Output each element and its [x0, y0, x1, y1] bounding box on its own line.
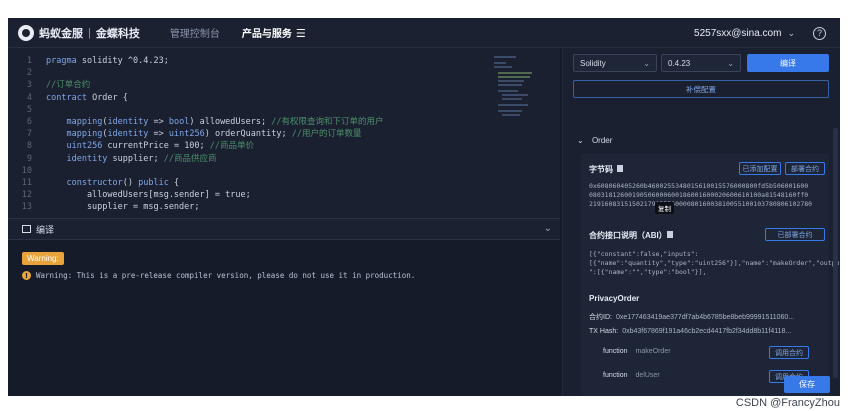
- code-text: supplier = msg.sender;: [46, 202, 200, 213]
- function-row: function delUser: [603, 372, 660, 379]
- save-button[interactable]: 保存: [784, 376, 830, 393]
- chevron-down-icon: ⌄: [577, 136, 584, 145]
- line-number: 13: [21, 202, 32, 213]
- warning-message-row: ! Warning: This is a pre-release compile…: [22, 271, 415, 280]
- output-panel: Warning: ! Warning: This is a pre-releas…: [8, 240, 560, 396]
- collapse-icon[interactable]: ⌄: [544, 223, 552, 234]
- bytecode-config-button[interactable]: 已添加配置: [739, 162, 781, 175]
- user-area: 5257sxx@sina.com ⌄ ?: [694, 18, 826, 48]
- user-email[interactable]: 5257sxx@sina.com: [694, 28, 781, 39]
- bytecode-text: 0x608060405260b4600255348015610015576000…: [589, 182, 813, 208]
- warning-message: Warning: This is a pre-release compiler …: [36, 271, 416, 280]
- brand-partner: 金蝶科技: [95, 27, 140, 40]
- nav-products[interactable]: 产品与服务 ☰: [242, 25, 306, 40]
- contract-details: 字节码 已添加配置 部署合约 0x608060405260b4600255348…: [581, 154, 840, 396]
- call-contract-button[interactable]: 调用合约: [769, 346, 809, 359]
- bytecode-label: 字节码: [589, 165, 613, 174]
- contract-name: Order: [591, 136, 613, 145]
- function-row: function makeOrder: [603, 348, 671, 355]
- language-select[interactable]: Solidity ⌄: [573, 54, 657, 72]
- app-window: 蚂蚁金服 | 金蝶科技 管理控制台 产品与服务 ☰ 5257sxx@sina.co…: [8, 18, 840, 396]
- compile-panel: Solidity ⌄ 0.4.23 ⌄ 编译 补偿配置 ⌄ Order 字节码 …: [562, 48, 840, 396]
- brand-name: 蚂蚁金服: [39, 27, 83, 40]
- version-select[interactable]: 0.4.23 ⌄: [661, 54, 741, 72]
- panel-scrollbar[interactable]: [833, 128, 838, 378]
- nav-console[interactable]: 管理控制台: [170, 25, 220, 40]
- deploy-contract-button[interactable]: 部署合约: [785, 162, 825, 175]
- chevron-down-icon[interactable]: ⌄: [787, 28, 795, 39]
- chevron-down-icon: ⌄: [643, 58, 650, 68]
- terminal-icon: [22, 225, 31, 233]
- chevron-down-icon: ⌄: [727, 58, 734, 68]
- compile-button[interactable]: 编译: [747, 54, 829, 72]
- top-bar: 蚂蚁金服 | 金蝶科技 管理控制台 产品与服务 ☰ 5257sxx@sina.co…: [8, 18, 840, 48]
- abi-deploy-button[interactable]: 已部署合约: [765, 228, 825, 241]
- code-line[interactable]: 13 supplier = msg.sender;: [8, 200, 498, 214]
- advanced-config-button[interactable]: 补偿配置: [573, 80, 829, 98]
- abi-text: [{"constant":false,"inputs": [{"name":"q…: [589, 250, 840, 276]
- logo: 蚂蚁金服 | 金蝶科技: [18, 24, 140, 41]
- top-nav: 管理控制台 产品与服务 ☰: [170, 25, 328, 40]
- watermark: CSDN @FrancyZhou: [735, 397, 840, 409]
- menu-icon: ☰: [295, 28, 306, 40]
- help-icon[interactable]: ?: [813, 26, 826, 40]
- copy-icon[interactable]: [617, 165, 623, 172]
- warning-icon: !: [22, 271, 31, 280]
- logo-icon: [18, 24, 34, 41]
- minimap[interactable]: [494, 54, 534, 124]
- code-editor[interactable]: 1 pragma solidity ^0.4.23; 2 3//订单合约 4 contra…: [8, 48, 560, 218]
- output-title: 编译: [36, 224, 55, 235]
- output-panel-header: 编译 ⌄: [8, 218, 560, 240]
- abi-label: 合约接口说明（ABI）: [589, 231, 667, 240]
- copy-tooltip: 复制: [655, 202, 674, 214]
- copy-icon[interactable]: [667, 231, 673, 238]
- contract-id-row: 合约ID: 0xe177463419ae377df7ab4b6785be8beb9…: [589, 314, 795, 321]
- deployed-contract-title: PrivacyOrder: [589, 294, 640, 303]
- contract-header[interactable]: ⌄ Order: [577, 136, 612, 145]
- warning-badge: Warning:: [22, 252, 64, 265]
- tx-hash-row: TX Hash: 0xb43f67869f191a46cb2ecd4417fb2f…: [589, 328, 792, 335]
